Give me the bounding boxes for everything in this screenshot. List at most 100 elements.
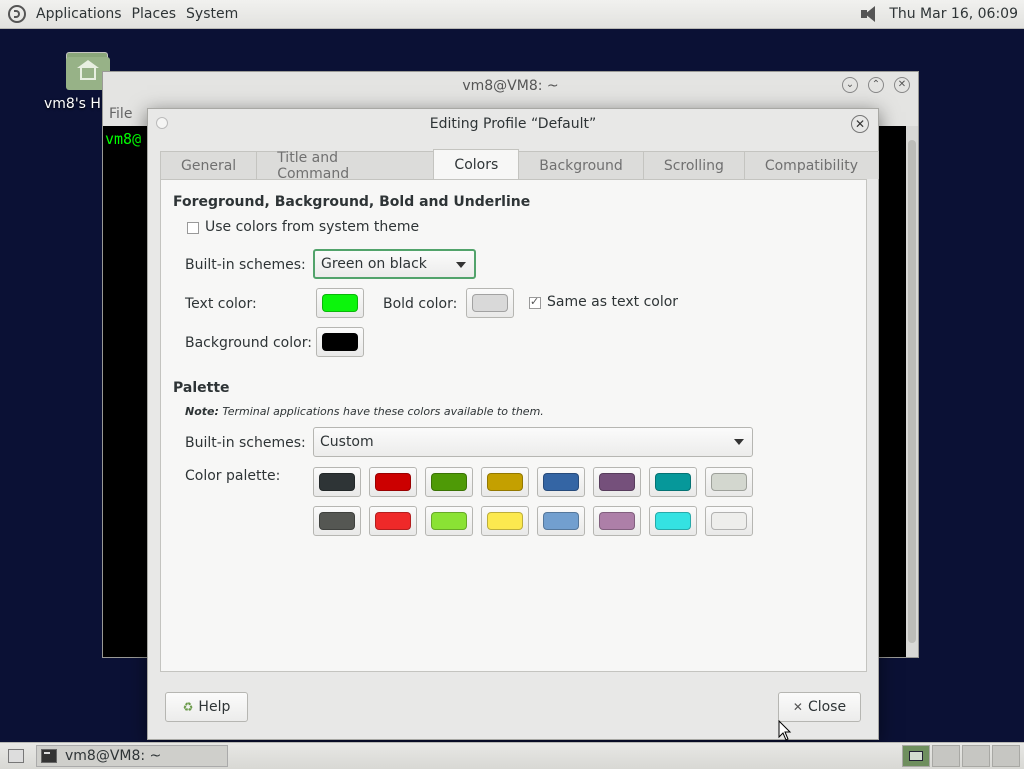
dropdown-arrow-icon [734,439,744,445]
terminal-titlebar[interactable]: vm8@VM8: ~ ⌄ ⌃ ✕ [103,72,918,100]
applications-menu[interactable]: Applications [36,6,122,22]
text-color-fill [322,294,358,312]
palette-swatch-fill [655,473,691,491]
palette-note-text: Terminal applications have these colors … [218,405,544,418]
scrollbar-thumb[interactable] [908,140,916,643]
panel-menus: Applications Places System [8,5,248,23]
system-menu[interactable]: System [186,6,238,22]
color-palette-label: Color palette: [185,468,281,484]
text-color-label: Text color: [185,296,257,312]
palette-schemes-value: Custom [320,434,374,450]
terminal-menu-file[interactable]: File [109,106,132,122]
palette-swatch[interactable] [593,506,641,536]
taskbar-terminal-item[interactable]: vm8@VM8: ~ [36,745,228,767]
palette-swatch-fill [375,512,411,530]
terminal-scrollbar[interactable] [906,126,918,657]
palette-swatch[interactable] [313,467,361,497]
palette-swatch-fill [375,473,411,491]
palette-swatch-fill [599,512,635,530]
places-menu[interactable]: Places [132,6,177,22]
tab-colors[interactable]: Colors [433,149,520,179]
palette-swatch-fill [711,473,747,491]
editing-profile-dialog: Editing Profile “Default” ✕ General Titl… [147,108,879,740]
palette-swatch-fill [487,473,523,491]
palette-swatch-fill [487,512,523,530]
fg-schemes-value: Green on black [321,256,427,272]
terminal-prompt: vm8@ [105,130,142,148]
palette-swatch-fill [319,473,355,491]
bold-color-label: Bold color: [383,296,458,312]
workspace-3[interactable] [962,745,990,767]
fg-section-heading: Foreground, Background, Bold and Underli… [173,194,531,210]
taskbar-terminal-label: vm8@VM8: ~ [65,748,162,764]
palette-swatch[interactable] [425,467,473,497]
palette-swatch-fill [711,512,747,530]
palette-swatch-fill [319,512,355,530]
use-system-theme-label: Use colors from system theme [205,219,420,235]
palette-swatch[interactable] [649,506,697,536]
tab-general[interactable]: General [160,151,258,179]
colors-pane: Foreground, Background, Bold and Underli… [160,179,867,672]
show-desktop-icon[interactable] [8,749,24,763]
tab-title-and-command[interactable]: Title and Command [256,150,435,182]
palette-swatch[interactable] [369,506,417,536]
palette-swatch[interactable] [537,506,585,536]
palette-swatch[interactable] [369,467,417,497]
palette-swatch-fill [599,473,635,491]
panel-tray: Thu Mar 16, 06:09 [859,5,1018,23]
text-color-button[interactable] [316,288,364,318]
palette-swatch[interactable] [313,506,361,536]
fg-schemes-label: Built-in schemes: [185,257,306,273]
help-button[interactable]: ♻ Help [165,692,248,722]
tab-compatibility[interactable]: Compatibility [743,151,879,179]
dropdown-arrow-icon [456,262,466,268]
background-color-button[interactable] [316,327,364,357]
palette-swatch[interactable] [481,467,529,497]
fg-schemes-combo[interactable]: Green on black [313,249,476,279]
palette-swatch-fill [543,473,579,491]
palette-note-prefix: Note: [185,405,219,418]
workspace-switcher [900,745,1020,767]
palette-swatch[interactable] [705,467,753,497]
bold-color-button[interactable] [466,288,514,318]
help-icon: ♻ [182,700,194,714]
tab-scrolling[interactable]: Scrolling [642,151,745,179]
help-button-label: Help [198,699,231,715]
same-as-text-checkbox[interactable] [529,295,541,309]
palette-swatch[interactable] [481,506,529,536]
top-panel: Applications Places System Thu Mar 16, 0… [0,0,1024,29]
workspace-4[interactable] [992,745,1020,767]
distro-logo-icon[interactable] [8,5,26,23]
window-close-icon[interactable]: ✕ [894,77,910,93]
palette-schemes-combo[interactable]: Custom [313,427,753,457]
palette-swatch-fill [655,512,691,530]
bold-color-fill [472,294,508,312]
dialog-close-icon[interactable]: ✕ [851,115,869,133]
terminal-icon [41,749,57,763]
same-as-text-label: Same as text color [547,294,679,310]
volume-icon[interactable] [859,5,877,23]
use-system-theme-checkbox[interactable] [187,222,199,234]
clock[interactable]: Thu Mar 16, 06:09 [889,6,1018,22]
palette-swatch[interactable] [705,506,753,536]
palette-swatch[interactable] [425,506,473,536]
terminal-title: vm8@VM8: ~ [462,78,559,94]
background-color-label: Background color: [185,335,312,351]
minimize-icon[interactable]: ⌄ [842,77,858,93]
maximize-icon[interactable]: ⌃ [868,77,884,93]
dialog-title: Editing Profile “Default” [429,116,597,132]
tab-background[interactable]: Background [518,151,644,179]
profile-tabs: General Title and Command Colors Backgro… [160,149,879,182]
bottom-panel: vm8@VM8: ~ [0,742,1024,769]
palette-swatch[interactable] [593,467,641,497]
palette-swatch[interactable] [537,467,585,497]
palette-swatch-fill [431,473,467,491]
background-color-fill [322,333,358,351]
palette-schemes-label: Built-in schemes: [185,435,306,451]
palette-swatch[interactable] [649,467,697,497]
close-button[interactable]: ✕ Close [778,692,861,722]
palette-note: Note: Terminal applications have these c… [185,405,544,418]
palette-heading: Palette [173,380,230,396]
workspace-1[interactable] [902,745,930,767]
workspace-2[interactable] [932,745,960,767]
